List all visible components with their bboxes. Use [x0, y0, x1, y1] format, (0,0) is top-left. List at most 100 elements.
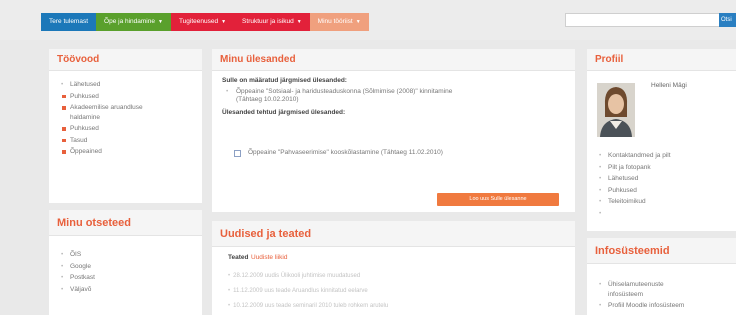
profile-name: Helleni Mägi [651, 82, 687, 89]
task-deadline: (Tähtaeg 10.02.2010) [236, 96, 299, 103]
chevron-down-icon: ▼ [296, 19, 302, 25]
bullet-icon: • [61, 285, 64, 293]
news-label: Teated [228, 254, 249, 261]
chevron-down-icon: ▼ [355, 19, 361, 25]
top-bar: Tere tulemast Õpe ja hindamine ▼ Tugiteen… [0, 0, 736, 40]
tasks-section-assigned: Sulle on määratud järgmised ülesanded: [222, 77, 347, 84]
nav-tab-label: Struktuur ja isikud [242, 18, 294, 25]
square-bullet-icon [62, 150, 66, 154]
workflow-link[interactable]: Akadeemilise aruandluse haldamine [61, 103, 202, 122]
avatar-photo-icon [597, 83, 635, 137]
tasks-section-completed: Ülesanded tehtud järgmised ülesanded: [222, 108, 346, 116]
completed-task-text: Õppeaine "Pahvaseerimise" kooskõlastamin… [248, 149, 443, 156]
profile-link-label: Lähetused [608, 175, 639, 182]
news-item[interactable]: • 28.12.2009 uudis Ülikooli juhtimise muu… [228, 272, 360, 280]
news-categories-link[interactable]: Uudiste liikid [251, 254, 288, 263]
square-bullet-icon [62, 94, 66, 98]
workflow-link-label: Õppeained [70, 148, 102, 155]
profile-link[interactable]: • Puhkused [599, 186, 671, 196]
workflow-link-label: Tasud [70, 136, 88, 144]
news-item[interactable]: • 11.12.2009 uus teade Aruandlus kinnitat… [228, 287, 368, 295]
bullet-icon: • [599, 175, 602, 182]
profile-link-label: Pilt ja fotopank [608, 163, 651, 171]
task-text: Õppeaine "Sotsiaal- ja haridusteaduskonn… [236, 87, 453, 95]
tasks-title: Minu ülesanded [212, 49, 575, 71]
profile-link-label: Kontaktandmed ja pilt [608, 152, 671, 159]
workflow-link[interactable]: Puhkused [61, 124, 202, 134]
bullet-icon: • [599, 186, 602, 194]
profile-link[interactable]: • Kontaktandmed ja pilt [599, 151, 671, 161]
bullet-icon: • [228, 288, 231, 294]
new-task-button[interactable]: Loo uus Sulle ülesanne [437, 193, 559, 206]
profile-title: Profiil [587, 49, 736, 71]
shortcut-link[interactable]: • Google [61, 262, 202, 272]
profile-link-label: Puhkused [608, 186, 637, 194]
chevron-down-icon: ▼ [157, 19, 163, 25]
workflow-link[interactable]: Õppeained [61, 147, 202, 157]
bullet-icon: • [599, 198, 602, 205]
info-system-label: Profiil Moodle infosüsteem [608, 302, 685, 309]
info-systems-panel: Infosüsteemid • Ühiselamuteenuste infosüst… [587, 238, 736, 315]
nav-tab-label: Tere tulemast [49, 18, 89, 25]
workflow-link-label: Puhkused [70, 92, 99, 100]
bullet-icon: • [61, 81, 64, 88]
bullet-icon: • [599, 152, 602, 159]
bullet-icon: • [228, 303, 231, 309]
profile-link-label: Teleitoimikud [608, 198, 646, 205]
nav-tab-label: Õpe ja hindamine [104, 18, 155, 25]
news-item-text: 28.12.2009 uudis Ülikooli juhtimise muud… [233, 273, 361, 279]
news-item[interactable]: • 10.12.2009 uus teade seminaril 2010 tul… [228, 302, 388, 310]
news-panel: Uudised ja teated [212, 221, 575, 315]
nav-tab-support[interactable]: Tugiteenused ▼ [170, 13, 235, 31]
workflow-link-label: Lähetused [70, 81, 101, 88]
bullet-icon: • [599, 302, 602, 309]
bullet-icon: • [61, 251, 64, 258]
profile-link[interactable]: • Teleitoimikud [599, 197, 671, 207]
chevron-down-icon: ▼ [221, 19, 227, 25]
profile-link[interactable]: • Pilt ja fotopank [599, 163, 671, 173]
workflows-panel: Töövood • Lähetused Puhkused Akadeemilise… [49, 49, 202, 203]
profile-link[interactable]: • Lähetused [599, 174, 671, 184]
info-system-link[interactable]: • Profiil Moodle infosüsteem [599, 301, 736, 311]
bullet-icon: • [599, 163, 602, 171]
workflow-link[interactable]: Puhkused [61, 92, 202, 102]
info-system-link[interactable]: • Ühiselamuteenuste infosüsteem [599, 280, 736, 299]
news-item-text: 10.12.2009 uus teade seminaril 2010 tule… [233, 303, 389, 309]
shortcut-label: Google [70, 262, 91, 270]
shortcut-link[interactable]: • Postkast [61, 273, 202, 283]
shortcuts-panel: Minu otsetеed • ÕIS • Google • Postkast • Vä… [49, 210, 202, 315]
square-bullet-icon [62, 106, 66, 110]
tasks-panel: Minu ülesanded Sulle on määratud järgmis… [212, 49, 575, 212]
nav-tab-welcome[interactable]: Tere tulemast [41, 13, 97, 31]
workflow-link[interactable]: • Lähetused [61, 80, 202, 90]
profile-panel: Profiil Helleni Mägi • Kontaktandmed ja p… [587, 49, 736, 231]
bullet-icon: • [599, 281, 602, 288]
search-input[interactable] [565, 13, 720, 27]
workflow-link[interactable]: Tasud [61, 136, 202, 146]
workflow-link-label: Akadeemilise aruandluse [70, 104, 143, 111]
workflow-link-label: haldamine [70, 113, 100, 121]
task-item[interactable]: • Õppeaine "Sotsiaal- ja haridusteaduskon… [222, 88, 565, 105]
news-title: Uudised ja teated [212, 221, 575, 247]
shortcut-link[interactable]: • Väljavõ [61, 285, 202, 295]
info-system-label: Ühiselamuteenuste [608, 281, 664, 288]
news-item-text: 11.12.2009 uus teade Aruandlus kinnitatu… [233, 288, 368, 294]
nav-tab-label: Minu tööriist [317, 18, 353, 25]
shortcut-label: Väljavõ [70, 285, 92, 293]
square-bullet-icon [62, 127, 66, 131]
shortcuts-title: Minu otsetеed [49, 210, 202, 236]
bullet-icon: • [226, 87, 229, 95]
info-systems-title: Infosüsteemid [587, 238, 736, 264]
nav-tab-my-tools[interactable]: Minu tööriist ▼ [309, 13, 369, 31]
avatar [597, 83, 635, 137]
workflow-link-label: Puhkused [70, 125, 99, 132]
nav-tab-study[interactable]: Õpe ja hindamine ▼ [96, 13, 171, 31]
shortcut-link[interactable]: • ÕIS [61, 250, 202, 260]
nav-tab-structure[interactable]: Struktuur ja isikud ▼ [234, 13, 310, 31]
nav-tab-label: Tugiteenused [178, 18, 219, 25]
task-checkbox[interactable] [234, 150, 241, 157]
search-button[interactable]: Otsi [719, 13, 736, 27]
info-system-label: infosüsteem [608, 290, 644, 298]
square-bullet-icon [62, 138, 66, 142]
bullet-icon: • [599, 209, 602, 217]
